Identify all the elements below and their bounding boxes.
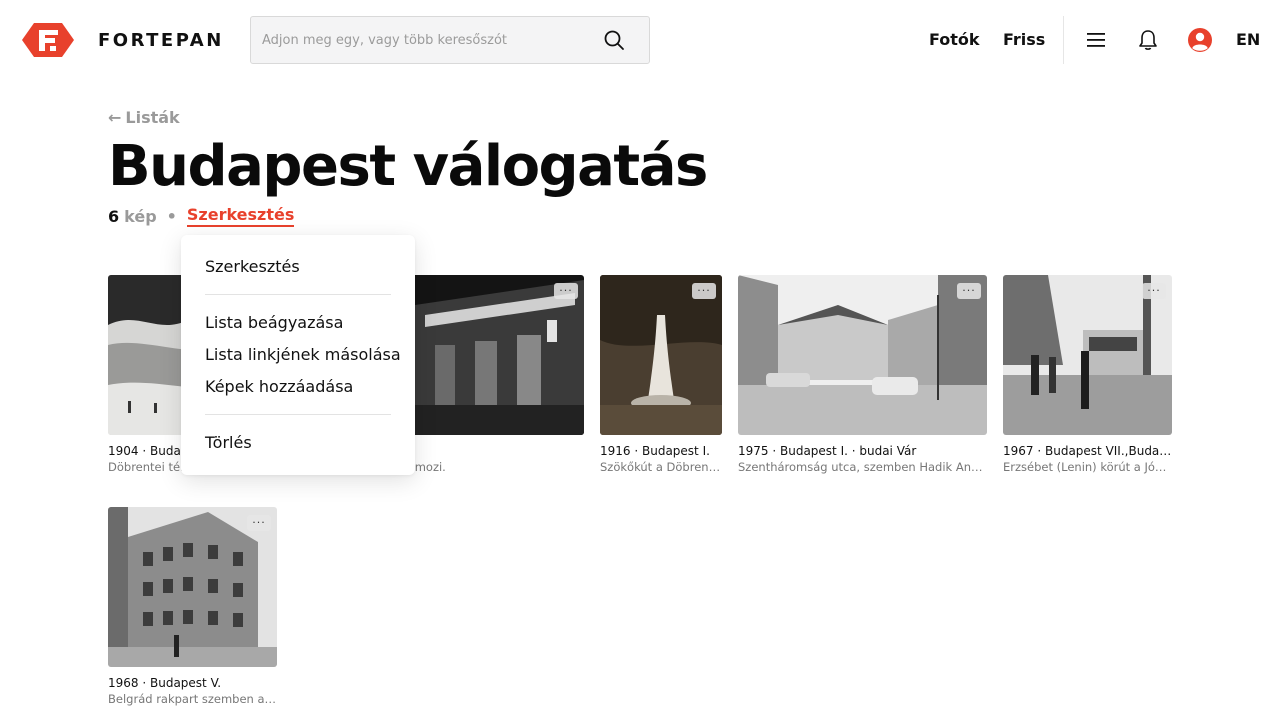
photo-description: Erzsébet (Lenin) körút a József körút fe… <box>1003 460 1172 474</box>
menu-button[interactable] <box>1083 27 1109 53</box>
page-title: Budapest válogatás <box>108 134 708 199</box>
edit-menu-toggle[interactable]: Szerkesztés <box>186 205 295 227</box>
menu-item-embed-list[interactable]: Lista beágyazása <box>205 313 343 332</box>
photo-image <box>108 507 277 667</box>
menu-icon <box>1087 33 1105 47</box>
photo-title[interactable]: 1968 · Budapest V. <box>108 676 277 690</box>
menu-divider <box>205 294 391 295</box>
photo-image <box>600 275 722 435</box>
photo-more-button[interactable]: ··· <box>554 283 578 299</box>
menu-item-edit[interactable]: Szerkesztés <box>205 257 300 276</box>
photo-card[interactable]: ··· 1916 · Budapest I. Szökőkút a Döbren… <box>600 275 722 474</box>
meta-separator: • <box>166 206 177 226</box>
photo-more-button[interactable]: ··· <box>1142 283 1166 299</box>
menu-item-delete[interactable]: Törlés <box>205 433 252 452</box>
nav-recent[interactable]: Friss <box>1003 30 1045 49</box>
search-input[interactable] <box>251 17 591 63</box>
image-count-unit: kép <box>124 206 157 226</box>
fortepan-logo[interactable]: FORTEPAN <box>16 20 224 60</box>
brand-name: FORTEPAN <box>98 29 224 51</box>
notifications-button[interactable] <box>1135 27 1161 53</box>
photo-image <box>738 275 987 435</box>
photo-more-button[interactable]: ··· <box>692 283 716 299</box>
search-icon <box>604 30 624 50</box>
arrow-left-icon: ← <box>108 108 122 127</box>
photo-title[interactable]: 1975 · Budapest I. · budai Vár <box>738 444 987 458</box>
edit-dropdown-menu: Szerkesztés Lista beágyazása Lista linkj… <box>181 235 415 475</box>
site-header: FORTEPAN Fotók Friss EN <box>0 0 1280 80</box>
photo-thumbnail[interactable]: ··· <box>108 507 277 667</box>
search-button[interactable] <box>599 25 629 55</box>
photo-description: Szentháromság utca, szemben Hadik András… <box>738 460 987 474</box>
photo-card[interactable]: ··· 1975 · Budapest I. · budai Vár Szent… <box>738 275 987 474</box>
menu-item-copy-list-link[interactable]: Lista linkjének másolása <box>205 345 401 364</box>
nav-photos[interactable]: Fotók <box>929 30 980 49</box>
list-meta: 6 kép • Szerkesztés <box>108 205 295 227</box>
language-switch[interactable]: EN <box>1236 30 1260 49</box>
image-count: 6 <box>108 206 120 226</box>
photo-thumbnail[interactable]: ··· <box>600 275 722 435</box>
back-link-label: Listák <box>125 108 180 127</box>
photo-image <box>1003 275 1172 435</box>
photo-thumbnail[interactable]: ··· <box>738 275 987 435</box>
photo-thumbnail[interactable]: ··· <box>1003 275 1172 435</box>
photo-more-button[interactable]: ··· <box>247 515 271 531</box>
photo-description: Szökőkút a Döbrentei téren <box>600 460 722 474</box>
photo-description: Belgrád rakpart szemben a Március 15. té… <box>108 692 277 706</box>
photo-title[interactable]: 1967 · Budapest VII.,Budapest VI. <box>1003 444 1172 458</box>
photo-more-button[interactable]: ··· <box>957 283 981 299</box>
menu-divider <box>205 414 391 415</box>
fortepan-logo-icon <box>22 23 74 57</box>
account-button[interactable] <box>1187 27 1213 53</box>
back-to-lists-link[interactable]: ← Listák <box>108 108 180 127</box>
nav-divider <box>1063 16 1064 64</box>
search-box <box>250 16 650 64</box>
bell-icon <box>1139 30 1157 50</box>
menu-item-add-images[interactable]: Képek hozzáadása <box>205 377 353 396</box>
photo-card[interactable]: ··· 1968 · Budapest V. Belgrád rakpart s… <box>108 507 277 706</box>
photo-card[interactable]: ··· 1967 · Budapest VII.,Budapest VI. Er… <box>1003 275 1172 474</box>
photo-title[interactable]: 1916 · Budapest I. <box>600 444 722 458</box>
user-icon <box>1188 28 1212 52</box>
